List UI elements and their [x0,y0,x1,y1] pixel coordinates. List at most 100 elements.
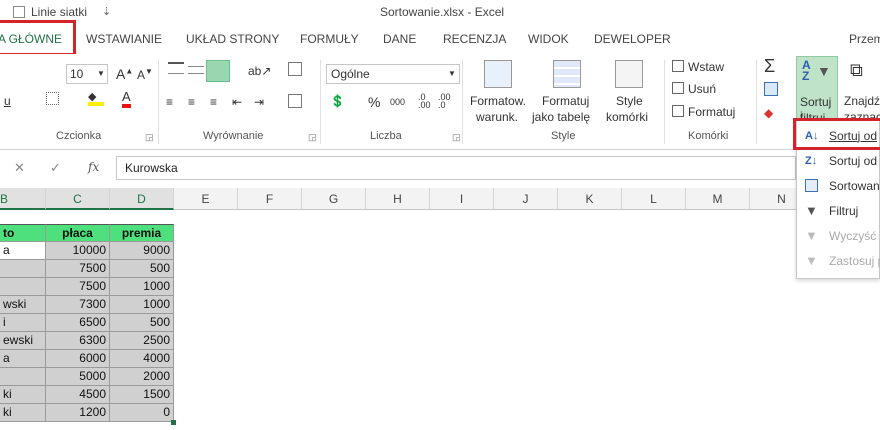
table-cell-name[interactable]: wski [0,296,46,314]
column-header-h[interactable]: H [366,188,430,210]
fill-icon[interactable] [764,82,778,96]
column-header-f[interactable]: F [238,188,302,210]
fill-handle[interactable] [171,420,176,425]
tab-view[interactable]: WIDOK [528,32,569,46]
tab-developer[interactable]: DEWELOPER [594,32,671,46]
delete-cells-icon[interactable] [672,82,684,94]
worksheet-grid[interactable]: B C D E F G H I J K L M N to płaca premi… [0,188,880,430]
dialog-launcher-icon[interactable]: ◲ [145,132,154,143]
table-header-placa[interactable]: płaca [46,224,110,242]
tab-data[interactable]: DANE [383,32,416,46]
table-cell-placa[interactable]: 7500 [46,278,110,296]
table-cell-placa[interactable]: 6000 [46,350,110,368]
column-header-i[interactable]: I [430,188,494,210]
dialog-launcher-icon[interactable]: ◲ [308,132,317,143]
font-color-icon[interactable]: A [122,90,131,108]
table-cell-name[interactable]: ewski [0,332,46,350]
column-header-j[interactable]: J [494,188,558,210]
align-center-icon[interactable]: ≡ [188,95,195,109]
table-cell-name[interactable]: ki [0,386,46,404]
conditional-formatting-label2[interactable]: warunk. [476,110,518,124]
table-cell-premia[interactable]: 500 [110,314,174,332]
user-name[interactable]: Przem [849,32,880,46]
format-as-table-label2[interactable]: jako tabelę [532,110,590,124]
clear-icon[interactable]: ◆ [764,106,773,120]
table-cell-placa[interactable]: 7300 [46,296,110,314]
table-cell-name[interactable]: a [0,242,46,260]
table-cell-name[interactable] [0,278,46,296]
tab-insert[interactable]: WSTAWIANIE [86,32,162,46]
percent-style-icon[interactable]: % [368,94,380,110]
table-cell-premia[interactable]: 500 [110,260,174,278]
column-header-m[interactable]: M [686,188,750,210]
column-header-d[interactable]: D [110,188,174,210]
wrap-text-icon[interactable] [288,62,302,76]
formula-input[interactable]: Kurowska [116,156,796,180]
cell-styles-label2[interactable]: komórki [606,110,648,124]
cell-styles-label1[interactable]: Style [616,94,643,108]
table-cell-premia[interactable]: 1000 [110,278,174,296]
table-cell-premia[interactable]: 0 [110,404,174,422]
table-cell-name[interactable]: i [0,314,46,332]
number-format-box[interactable]: Ogólne ▼ [326,64,460,84]
table-header-name[interactable]: to [0,224,46,242]
table-cell-premia[interactable]: 9000 [110,242,174,260]
table-cell-placa[interactable]: 4500 [46,386,110,404]
merge-center-icon[interactable] [288,94,302,108]
table-cell-name[interactable]: ki [0,404,46,422]
align-middle-icon[interactable] [188,66,204,74]
find-select-button[interactable]: ⧉ Znajdź zaznacz [842,56,880,126]
cancel-icon[interactable]: ✕ [14,160,25,176]
table-cell-premia[interactable]: 4000 [110,350,174,368]
conditional-formatting-label1[interactable]: Formatow. [470,94,526,108]
border-icon[interactable] [46,92,59,105]
menu-item-clear[interactable]: ▼ Wyczyść [797,224,880,248]
column-header-c[interactable]: C [46,188,110,210]
comma-style-icon[interactable]: 000 [390,97,405,107]
table-header-premia[interactable]: premia [110,224,174,242]
tab-page-layout[interactable]: UKŁAD STRONY [186,32,279,46]
tab-review[interactable]: RECENZJA [443,32,506,46]
table-cell-premia[interactable]: 1000 [110,296,174,314]
column-header-b[interactable]: B [0,188,46,210]
menu-item-reapply[interactable]: ▼ Zastosuj p [797,249,880,273]
orientation-icon[interactable]: ab↗ [248,64,271,78]
insert-cells-icon[interactable] [672,60,684,72]
table-cell-placa[interactable]: 6500 [46,314,110,332]
format-as-table-icon[interactable] [553,60,581,88]
table-cell-premia[interactable]: 2000 [110,368,174,386]
table-cell-name[interactable] [0,260,46,278]
gridlines-checkbox[interactable] [13,6,25,18]
table-cell-premia[interactable]: 2500 [110,332,174,350]
align-bottom-icon[interactable] [206,60,230,82]
align-right-icon[interactable]: ≡ [210,95,217,109]
column-header-g[interactable]: G [302,188,366,210]
column-header-k[interactable]: K [558,188,622,210]
cell-styles-icon[interactable] [615,60,643,88]
format-as-table-label1[interactable]: Formatuj [542,94,589,108]
autosum-icon[interactable]: Σ [764,56,775,77]
increase-indent-icon[interactable]: ⇥ [254,95,264,109]
insert-cells-button[interactable]: Wstaw [688,60,724,74]
font-size-box[interactable]: 10 ▼ [66,64,108,84]
decrease-indent-icon[interactable]: ⇤ [232,95,242,109]
increase-decimal-icon[interactable]: .0.00 [418,93,431,110]
menu-item-custom-sort[interactable]: Sortowani [797,174,880,198]
menu-item-filter[interactable]: ▼ Filtruj [797,199,880,223]
grow-font-icon[interactable]: A▲ [116,66,133,82]
sort-filter-button[interactable]: AZ ▼ Sortuj i filtruj [796,56,838,126]
fill-color-icon[interactable]: ◆ [88,90,104,106]
shrink-font-icon[interactable]: A▼ [137,67,153,82]
accounting-format-icon[interactable]: 💲 [330,94,345,108]
menu-item-sort-descending[interactable]: Z↓ Sortuj od [797,149,880,173]
align-top-icon[interactable] [168,62,184,74]
conditional-formatting-icon[interactable] [484,60,512,88]
delete-cells-button[interactable]: Usuń [688,82,716,96]
column-header-l[interactable]: L [622,188,686,210]
tab-formulas[interactable]: FORMUŁY [300,32,359,46]
qat-customize-icon[interactable]: ⇣ [102,5,111,18]
table-cell-placa[interactable]: 7500 [46,260,110,278]
table-cell-placa[interactable]: 6300 [46,332,110,350]
table-cell-name[interactable] [0,368,46,386]
dialog-launcher-icon[interactable]: ◲ [452,132,461,143]
